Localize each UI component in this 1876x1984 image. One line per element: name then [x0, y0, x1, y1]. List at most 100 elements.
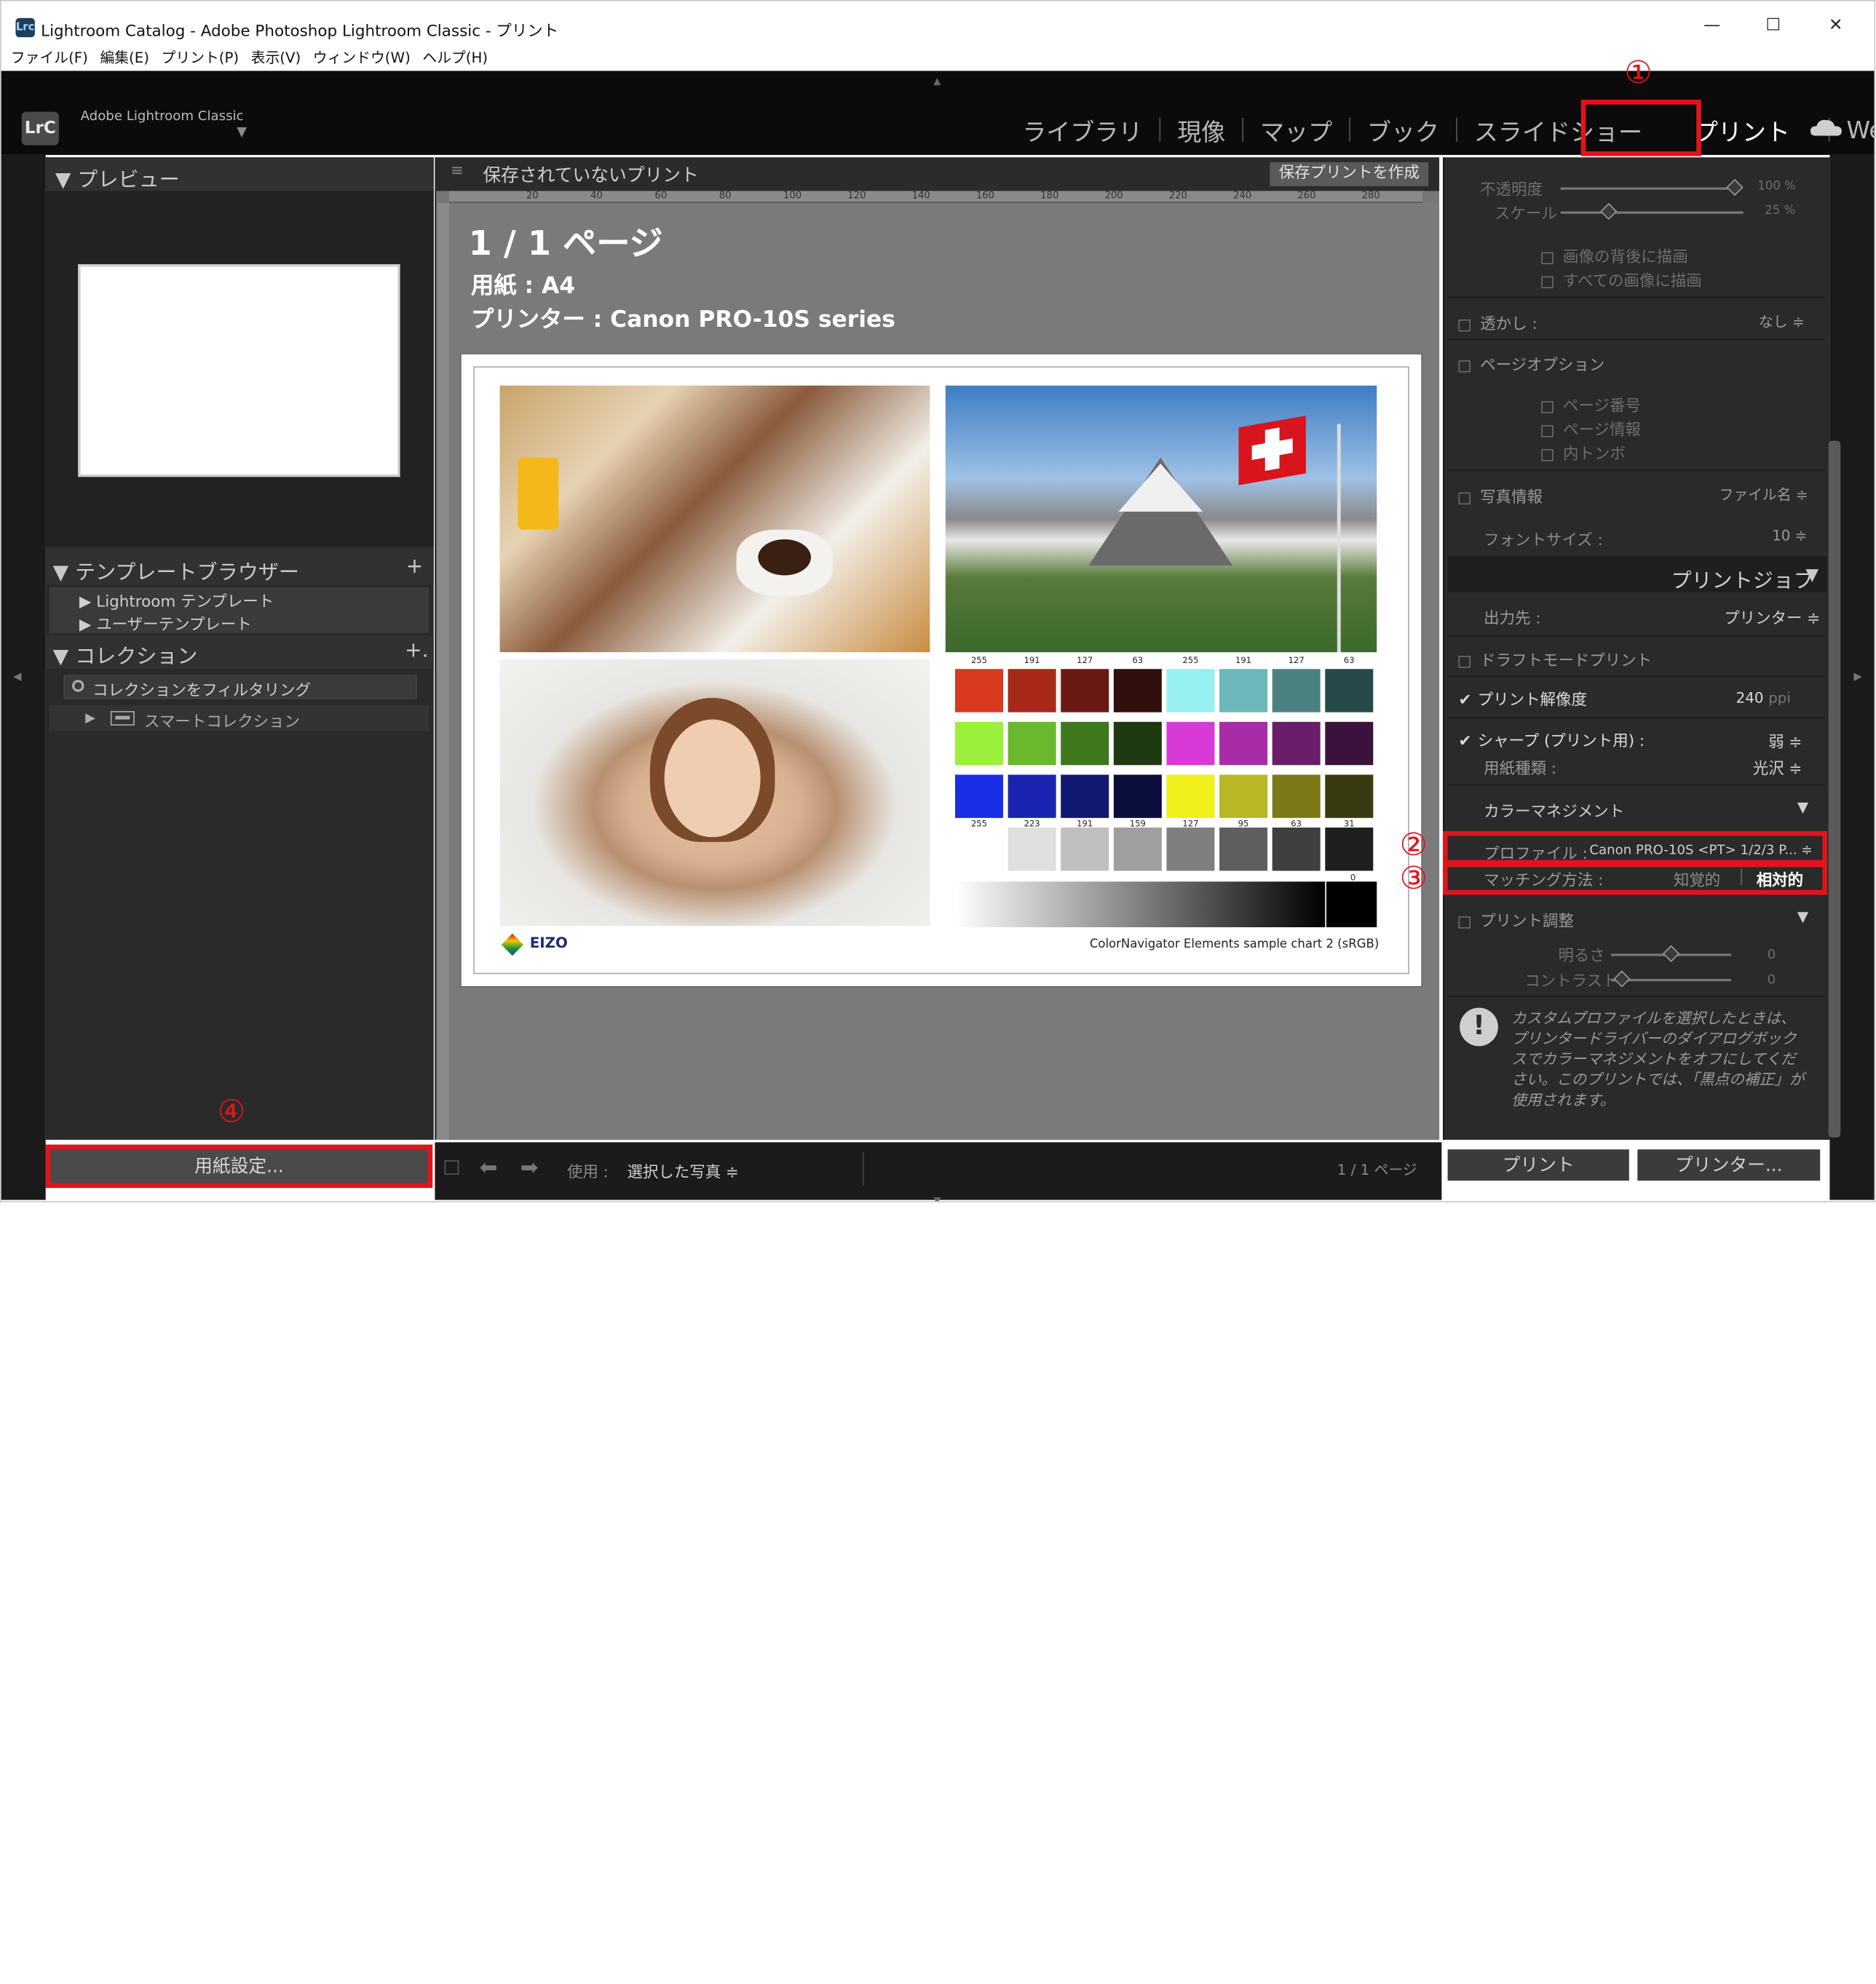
sharpen-select[interactable]: 弱 ≑	[1768, 729, 1802, 752]
print-button[interactable]: プリント	[1447, 1149, 1629, 1181]
photo-breakfast[interactable]	[499, 385, 930, 653]
module-web[interactable]: Web	[1837, 115, 1875, 144]
page-number-checkbox[interactable]: ページ番号	[1541, 393, 1641, 416]
ruler-tick-label: 220	[1168, 189, 1187, 201]
resolution-checkbox[interactable]: ✔ プリント解像度	[1458, 687, 1586, 710]
color-swatch	[1061, 669, 1109, 713]
ruler-tick-label: 160	[975, 189, 995, 201]
horizontal-ruler: 20 40 60 80 100 120 140 160 180 200 220 240 260 280	[449, 189, 1422, 203]
expand-arrow-icon[interactable]: ▶	[85, 710, 95, 725]
search-icon	[72, 680, 84, 692]
identity-plate[interactable]: Adobe Lightroom Classic	[81, 108, 244, 124]
color-swatch	[1008, 669, 1056, 713]
resolution-unit: ppi	[1768, 689, 1791, 707]
mountain-snow	[1118, 464, 1203, 512]
watermark-checkbox[interactable]: 透かし :	[1458, 311, 1537, 334]
menu-view[interactable]: 表示(V)	[251, 49, 301, 66]
font-size-select[interactable]: 10 ≑	[1772, 527, 1807, 544]
printer-button[interactable]: プリンター...	[1637, 1149, 1821, 1181]
color-swatch	[1166, 774, 1215, 818]
toolbar-checkbox[interactable]	[444, 1160, 459, 1175]
menu-edit[interactable]: 編集(E)	[100, 49, 149, 66]
color-swatch	[1272, 774, 1321, 818]
watermark-label: 透かし :	[1480, 316, 1537, 334]
color-swatch	[1113, 669, 1162, 713]
collapse-arrow-icon[interactable]: ▼	[1805, 566, 1818, 584]
font-size-label: フォントサイズ :	[1484, 532, 1603, 550]
annotation-box-profile	[1443, 831, 1828, 865]
maximize-button[interactable]: ☐	[1755, 15, 1792, 41]
print-job-title: プリントジョブ	[1671, 569, 1814, 594]
draw-behind-label: 画像の背後に描画	[1563, 248, 1688, 267]
module-book[interactable]: ブック	[1358, 112, 1449, 147]
page-setup-button[interactable]: 用紙設定...	[45, 1144, 433, 1189]
previous-arrow-icon[interactable]: ⬅	[479, 1156, 497, 1181]
menu-help[interactable]: ヘルプ(H)	[422, 49, 488, 66]
resolution-value[interactable]: 240	[1736, 689, 1764, 706]
page-number-label: ページ番号	[1563, 397, 1641, 416]
collapse-bottom-icon[interactable]: ▼	[933, 1195, 941, 1201]
minimize-button[interactable]: —	[1694, 15, 1730, 41]
create-saved-print-button[interactable]: 保存プリントを作成	[1270, 162, 1429, 186]
annotation-number-4: ④	[217, 1094, 246, 1130]
coffee	[758, 539, 811, 576]
template-folder-lightroom[interactable]: ▶ Lightroom テンプレート	[79, 589, 274, 611]
color-swatch	[954, 721, 1004, 766]
crop-marks-checkbox[interactable]: 内トンボ	[1541, 441, 1626, 464]
opacity-label: 不透明度	[1480, 181, 1543, 199]
draw-all-checkbox[interactable]: すべての画像に描画	[1541, 268, 1702, 290]
swatch-value-label: 63	[1343, 656, 1355, 666]
collection-filter-label: コレクションをフィルタリング	[92, 682, 312, 701]
swatch-value-label: 63	[1132, 656, 1144, 666]
template-folder-user[interactable]: ▶ ユーザーテンプレート	[79, 611, 252, 635]
media-type-select[interactable]: 光沢 ≑	[1753, 755, 1802, 779]
print-adjust-arrow-icon[interactable]: ▼	[1797, 908, 1808, 925]
output-select[interactable]: プリンター ≑	[1724, 606, 1820, 628]
lightroom-window: Lrc Lightroom Catalog - Adobe Photoshop …	[0, 0, 1876, 1202]
menu-window[interactable]: ウィンドウ(W)	[313, 49, 411, 66]
identity-caret-icon[interactable]: ▼	[237, 124, 247, 139]
draw-behind-checkbox[interactable]: 画像の背後に描画	[1541, 244, 1688, 267]
photo-info-checkbox[interactable]: 写真情報	[1458, 484, 1543, 507]
opacity-slider[interactable]	[1560, 187, 1741, 190]
use-select[interactable]: 選択した写真 ≑	[627, 1159, 739, 1182]
module-separator	[1242, 117, 1244, 142]
output-label: 出力先 :	[1484, 610, 1541, 629]
menu-print[interactable]: プリント(P)	[162, 49, 240, 66]
module-library[interactable]: ライブラリ	[1013, 112, 1152, 147]
page-info-checkbox[interactable]: ページ情報	[1541, 417, 1641, 440]
add-template-button[interactable]: +	[406, 555, 424, 579]
gray-value-label: 159	[1129, 819, 1146, 829]
print-adjust-checkbox[interactable]: プリント調整	[1458, 908, 1574, 931]
module-map[interactable]: マップ	[1251, 112, 1342, 147]
color-swatch	[1325, 721, 1374, 766]
color-swatch	[1325, 669, 1374, 713]
next-arrow-icon[interactable]: ➡	[521, 1156, 539, 1181]
cloud-icon[interactable]	[1810, 119, 1842, 136]
page-count: 1 / 1 ページ	[1337, 1161, 1417, 1178]
photo-info-select[interactable]: ファイル名 ≑	[1719, 484, 1808, 504]
gray-value-label: 63	[1291, 819, 1302, 829]
scale-slider[interactable]	[1560, 211, 1744, 214]
swatch-value-label: 127	[1288, 656, 1305, 666]
page-options-checkbox[interactable]: ページオプション	[1458, 352, 1604, 375]
swatch-value-label: 255	[1182, 656, 1199, 666]
module-print[interactable]: プリント	[1685, 112, 1800, 147]
module-develop[interactable]: 現像	[1168, 112, 1235, 147]
sharpen-checkbox[interactable]: ✔ シャープ (プリント用) :	[1458, 728, 1645, 751]
ruler-tick-label: 20	[526, 189, 539, 201]
menu-file[interactable]: ファイル(F)	[11, 49, 88, 66]
add-collection-button[interactable]: +.	[405, 639, 428, 663]
right-panel-scrollbar[interactable]	[1828, 440, 1841, 1138]
resolution-label: プリント解像度	[1477, 691, 1587, 710]
collapse-top-icon[interactable]: ▲	[933, 76, 941, 87]
close-button[interactable]: ✕	[1818, 15, 1854, 41]
watermark-select[interactable]: なし ≑	[1759, 311, 1805, 331]
draft-mode-checkbox[interactable]: ドラフトモードプリント	[1458, 648, 1652, 670]
color-management-arrow-icon[interactable]: ▼	[1797, 798, 1808, 815]
collections-title: ▼ コレクション	[52, 645, 198, 670]
sharpen-label: シャープ (プリント用) :	[1477, 732, 1645, 751]
ruler-tick-label: 80	[719, 189, 732, 201]
profile-notice: カスタムプロファイルを選択したときは、プリンタードライバーのダイアログボックスで…	[1511, 1009, 1805, 1109]
left-panel-edge[interactable]: ◀	[1, 154, 46, 1200]
